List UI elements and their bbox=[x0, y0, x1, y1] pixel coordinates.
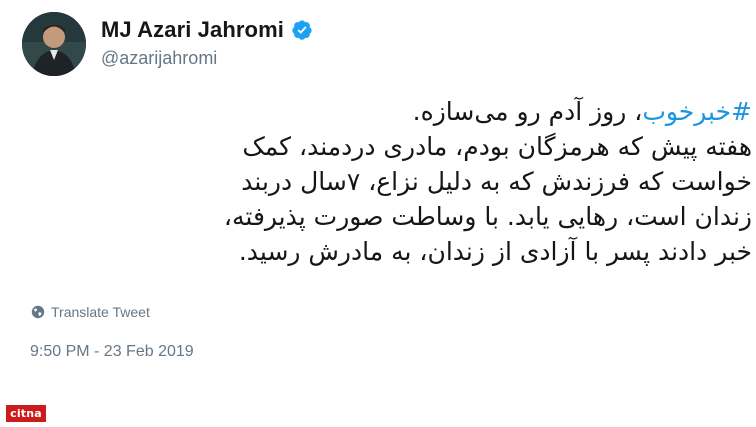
hashtag-link[interactable]: #خبرخوب bbox=[642, 97, 752, 126]
translate-label: Translate Tweet bbox=[51, 304, 150, 320]
citna-watermark-logo: citna bbox=[6, 405, 46, 422]
tweet-line-1-rest: ، روز آدم رو می‌سازه. bbox=[412, 97, 643, 126]
author-handle[interactable]: @azarijahromi bbox=[101, 48, 313, 69]
tweet-line-1: #خبرخوب، روز آدم رو می‌سازه. bbox=[30, 94, 752, 129]
avatar-photo bbox=[22, 12, 86, 76]
tweet-card: MJ Azari Jahromi @azarijahromi #خبرخوب، … bbox=[0, 0, 756, 427]
tweet-text: #خبرخوب، روز آدم رو می‌سازه. هفته پیش که… bbox=[30, 94, 752, 269]
author-block: MJ Azari Jahromi @azarijahromi bbox=[101, 17, 313, 69]
tweet-line-3: خواست که فرزندش که به دلیل نزاع، ۷سال در… bbox=[241, 167, 752, 196]
tweet-line-2: هفته پیش که هرمزگان بودم، مادری دردمند، … bbox=[242, 132, 752, 161]
verified-badge-icon bbox=[291, 19, 313, 41]
author-name-row: MJ Azari Jahromi bbox=[101, 17, 313, 43]
avatar[interactable] bbox=[22, 12, 86, 76]
author-name[interactable]: MJ Azari Jahromi bbox=[101, 17, 284, 43]
translate-tweet-link[interactable]: Translate Tweet bbox=[31, 304, 150, 320]
tweet-timestamp[interactable]: 9:50 PM - 23 Feb 2019 bbox=[30, 343, 194, 361]
globe-icon bbox=[31, 305, 45, 319]
tweet-line-5: خبر دادند پسر با آزادی از زندان، به مادر… bbox=[238, 237, 752, 266]
tweet-line-4: زندان است، رهایی یابد. با وساطت صورت پذی… bbox=[223, 202, 752, 231]
